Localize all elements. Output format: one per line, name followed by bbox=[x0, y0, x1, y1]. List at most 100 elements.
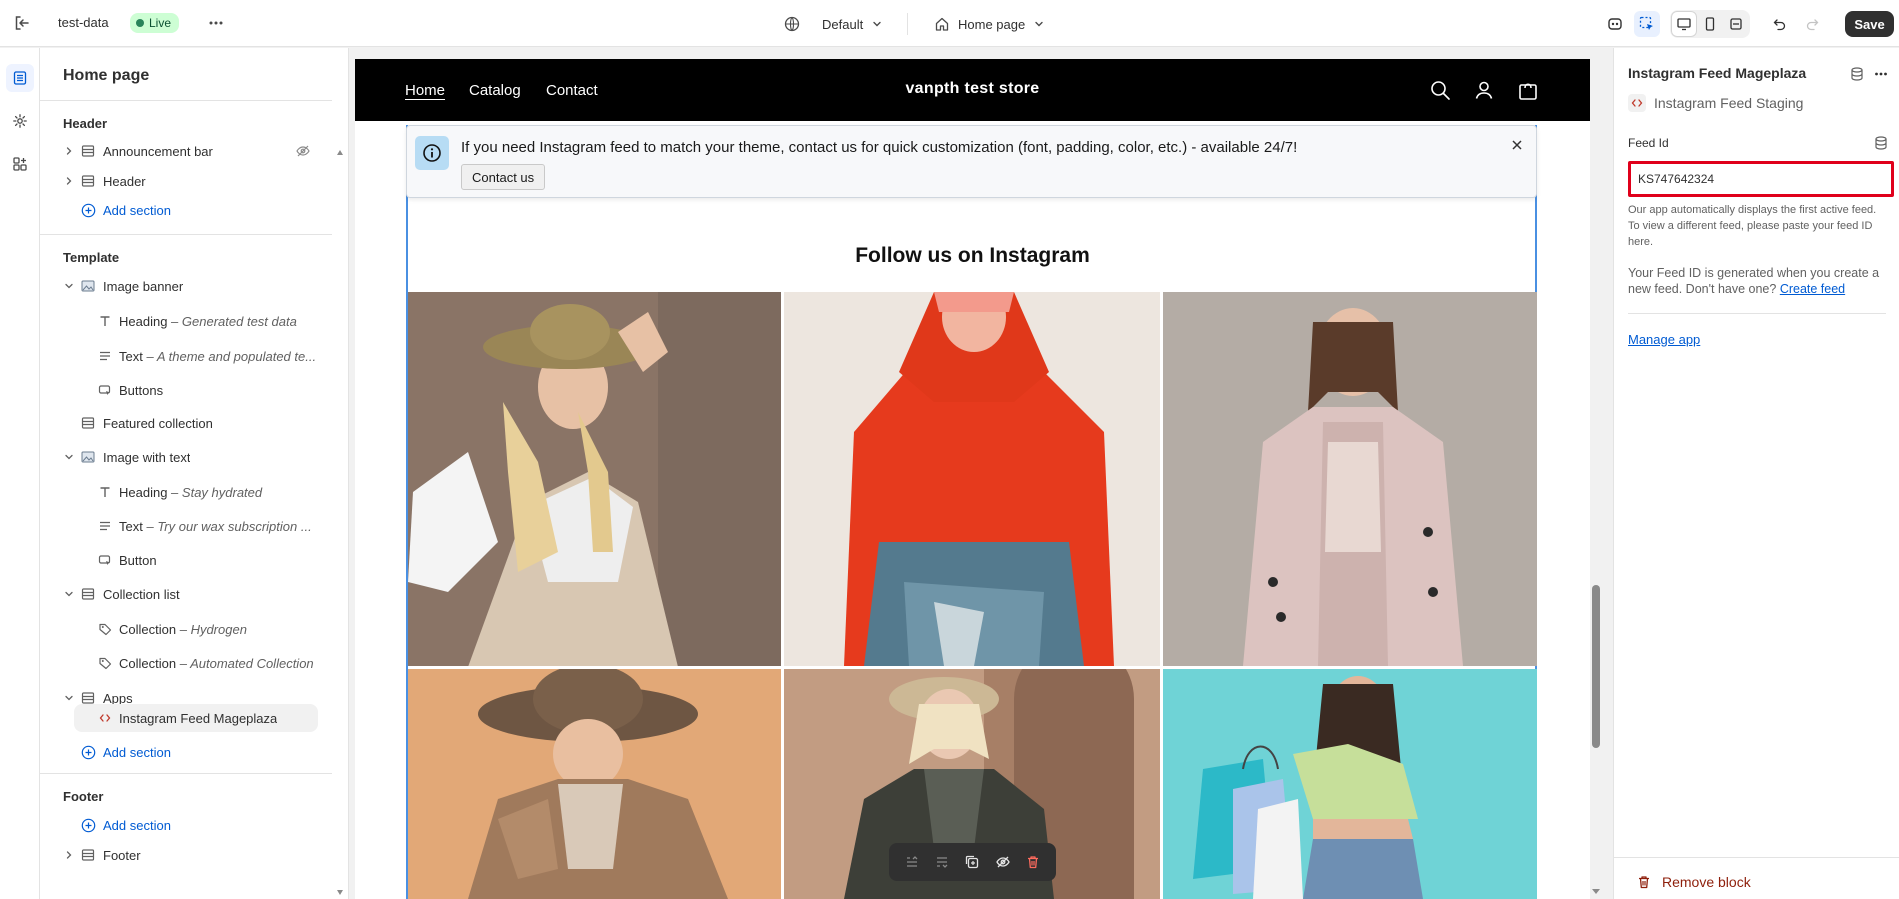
remove-block-button[interactable]: Remove block bbox=[1636, 874, 1751, 890]
tree-block-collection[interactable]: Collection – Hydrogen bbox=[40, 615, 332, 643]
code-icon bbox=[1628, 94, 1646, 112]
instagram-post-image[interactable] bbox=[408, 292, 781, 666]
app-embeds-icon[interactable] bbox=[6, 150, 34, 178]
hide-eye-icon[interactable] bbox=[992, 851, 1014, 873]
page-selector[interactable]: Home page bbox=[934, 13, 1045, 35]
ai-assist-icon[interactable] bbox=[1602, 11, 1628, 37]
tree-block-heading[interactable]: Heading – Stay hydrated bbox=[40, 478, 332, 506]
tree-item-label: Heading – Generated test data bbox=[119, 313, 297, 329]
redo-icon[interactable] bbox=[1799, 11, 1825, 37]
tree-block-collection[interactable]: Collection – Automated Collection bbox=[40, 649, 332, 677]
desktop-view-icon[interactable] bbox=[1671, 11, 1697, 37]
tree-block-buttons[interactable]: Buttons bbox=[40, 376, 332, 404]
sections-icon[interactable] bbox=[6, 64, 34, 92]
button-icon bbox=[97, 552, 113, 568]
history-tools bbox=[1767, 11, 1825, 37]
mobile-view-icon[interactable] bbox=[1697, 11, 1723, 37]
account-icon[interactable] bbox=[1473, 79, 1495, 101]
move-down-icon[interactable] bbox=[931, 851, 953, 873]
save-button[interactable]: Save bbox=[1845, 11, 1894, 37]
tree-item-collection-list[interactable]: Collection list bbox=[40, 580, 332, 608]
close-icon[interactable] bbox=[1510, 138, 1524, 152]
tree-block-button[interactable]: Button bbox=[40, 546, 332, 574]
exit-icon[interactable] bbox=[12, 13, 32, 33]
store-title[interactable]: vanpth test store bbox=[355, 80, 1590, 98]
chevron-down-icon bbox=[1035, 21, 1043, 27]
chevron-right-icon[interactable] bbox=[62, 848, 76, 862]
page-title: Home page bbox=[63, 67, 150, 84]
chevron-down-icon bbox=[873, 21, 881, 27]
image-icon bbox=[80, 278, 96, 294]
manage-app-link[interactable]: Manage app bbox=[1628, 332, 1700, 347]
divider bbox=[1628, 313, 1886, 314]
section-icon bbox=[80, 847, 96, 863]
add-section-template[interactable]: Add section bbox=[40, 738, 332, 766]
tree-block-text[interactable]: Text – A theme and populated te... bbox=[40, 342, 332, 370]
feed-id-info: Your Feed ID is generated when you creat… bbox=[1628, 265, 1890, 297]
sidebar-scrollbar[interactable] bbox=[336, 146, 344, 896]
scroll-down-arrow-icon[interactable] bbox=[1590, 888, 1602, 896]
more-actions-icon[interactable] bbox=[1872, 65, 1890, 83]
undo-icon[interactable] bbox=[1767, 11, 1793, 37]
topbar-divider bbox=[907, 13, 908, 35]
tree-item-label: Image banner bbox=[103, 278, 184, 294]
store-name: test-data bbox=[58, 15, 109, 30]
tree-item-image-with-text[interactable]: Image with text bbox=[40, 443, 332, 471]
home-icon bbox=[935, 17, 949, 31]
viewport-toggle bbox=[1670, 10, 1750, 38]
tree-block-text[interactable]: Text – Try our wax subscription ... bbox=[40, 512, 332, 540]
tree-item-label: Collection – Hydrogen bbox=[119, 621, 247, 637]
tree-item-featured-collection[interactable]: Featured collection bbox=[40, 409, 332, 437]
add-section-header[interactable]: Add section bbox=[40, 196, 332, 224]
tree-item-header[interactable]: Header bbox=[40, 167, 332, 195]
canvas-scrollbar[interactable] bbox=[1592, 585, 1600, 748]
hidden-eye-icon[interactable] bbox=[295, 143, 311, 159]
tree-block-heading[interactable]: Heading – Generated test data bbox=[40, 307, 332, 335]
plus-circle-icon bbox=[80, 202, 96, 218]
instagram-post-image[interactable] bbox=[408, 669, 781, 899]
database-icon[interactable] bbox=[1872, 134, 1890, 152]
theme-selector-label: Default bbox=[822, 16, 864, 32]
chevron-down-icon[interactable] bbox=[62, 691, 76, 705]
tree-item-label: Text – A theme and populated te... bbox=[119, 348, 317, 364]
chevron-right-icon[interactable] bbox=[62, 144, 76, 158]
chevron-right-icon[interactable] bbox=[62, 174, 76, 188]
feed-id-input[interactable]: KS747642324 bbox=[1628, 161, 1894, 197]
instagram-post-image[interactable] bbox=[1163, 292, 1537, 666]
tree-item-footer[interactable]: Footer bbox=[40, 841, 332, 869]
divider bbox=[1614, 857, 1899, 858]
footer-group-title: Footer bbox=[63, 789, 104, 804]
inspector-icon[interactable] bbox=[1634, 11, 1660, 37]
button-icon bbox=[97, 382, 113, 398]
tree-item-label: Heading – Stay hydrated bbox=[119, 484, 263, 500]
remove-block-label: Remove block bbox=[1662, 874, 1751, 890]
block-settings-panel: Instagram Feed Mageplaza Instagram Feed … bbox=[1613, 48, 1899, 899]
fullscreen-icon[interactable] bbox=[1723, 11, 1749, 37]
chevron-down-icon[interactable] bbox=[62, 587, 76, 601]
tree-item-announcement-bar[interactable]: Announcement bar bbox=[40, 137, 332, 165]
tree-block-instagram-feed[interactable]: Instagram Feed Mageplaza bbox=[74, 704, 318, 732]
contact-us-button[interactable]: Contact us bbox=[461, 164, 546, 190]
section-icon bbox=[80, 586, 96, 602]
theme-selector[interactable]: Default bbox=[784, 13, 883, 35]
move-up-icon[interactable] bbox=[901, 851, 923, 873]
create-feed-link[interactable]: Create feed bbox=[1780, 282, 1845, 296]
tree-item-label: Header bbox=[103, 173, 146, 189]
delete-icon[interactable] bbox=[1022, 851, 1044, 873]
tree-item-image-banner[interactable]: Image banner bbox=[40, 272, 332, 300]
block-floating-toolbar bbox=[889, 843, 1056, 881]
tree-item-label: Buttons bbox=[119, 382, 164, 398]
cart-icon[interactable] bbox=[1517, 79, 1539, 101]
chevron-down-icon[interactable] bbox=[62, 450, 76, 464]
instagram-post-image[interactable] bbox=[784, 292, 1160, 666]
duplicate-icon[interactable] bbox=[961, 851, 983, 873]
more-actions-icon[interactable] bbox=[206, 13, 226, 33]
chevron-down-icon[interactable] bbox=[62, 279, 76, 293]
database-icon[interactable] bbox=[1848, 65, 1866, 83]
tree-item-label: Text – Try our wax subscription ... bbox=[119, 518, 312, 534]
search-icon[interactable] bbox=[1429, 79, 1451, 101]
instagram-post-image[interactable] bbox=[1163, 669, 1537, 899]
add-section-footer[interactable]: Add section bbox=[40, 811, 332, 839]
theme-settings-icon[interactable] bbox=[6, 107, 34, 135]
app-source: Instagram Feed Staging bbox=[1628, 94, 1803, 112]
